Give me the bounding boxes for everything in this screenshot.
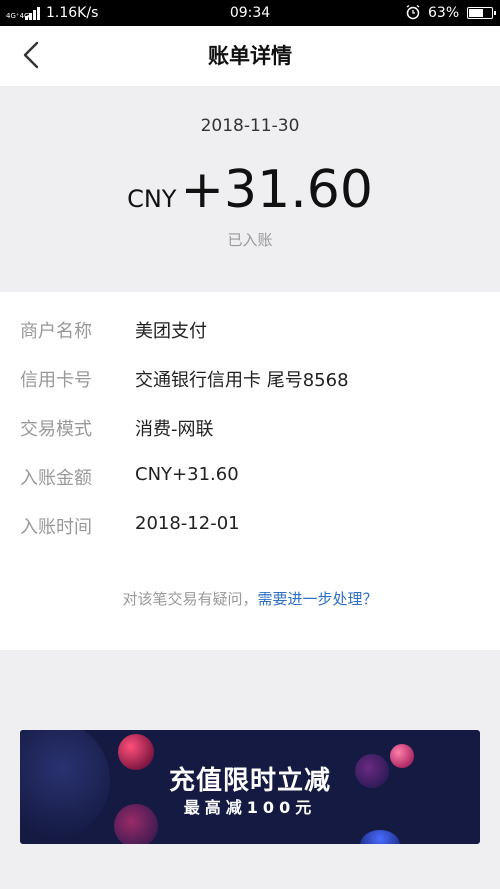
transaction-summary: 2018-11-30 CNY +31.60 已入账 — [0, 86, 500, 292]
detail-row-mode: 交易模式 消费-网联 — [0, 415, 500, 445]
detail-value: 美团支付 — [135, 321, 207, 342]
alarm-icon — [406, 4, 420, 20]
posting-status: 已入账 — [227, 231, 273, 249]
dispute-link[interactable]: 需要进一步处理？ — [258, 590, 378, 608]
status-bar: 4G⁺4G 1.16K/s 09:34 63% — [0, 0, 500, 26]
detail-label: 交易模式 — [20, 419, 92, 440]
banner-subtitle: 最高减100元 — [183, 798, 317, 817]
amount-row: CNY +31.60 — [0, 160, 500, 220]
detail-value: 2018-12-01 — [135, 513, 240, 534]
detail-row-merchant: 商户名称 美团支付 — [0, 317, 500, 347]
detail-value: 消费-网联 — [135, 419, 214, 440]
page-title: 账单详情 — [208, 44, 292, 68]
nav-bar: 账单详情 — [0, 26, 500, 86]
detail-row-posting-date: 入账时间 2018-12-01 — [0, 513, 500, 543]
promo-banner[interactable]: 充值限时立减 最高减100元 — [20, 730, 480, 844]
battery-percent: 63% — [428, 5, 460, 21]
dispute-text: 对该笔交易有疑问， — [122, 590, 258, 608]
decor-bubble — [360, 830, 400, 844]
detail-label: 入账金额 — [20, 468, 92, 489]
detail-value: 交通银行信用卡 尾号8568 — [135, 370, 349, 391]
detail-label: 商户名称 — [20, 321, 92, 342]
detail-list: 商户名称 美团支付 信用卡号 交通银行信用卡 尾号8568 交易模式 消费-网联… — [0, 292, 500, 650]
detail-row-card: 信用卡号 交通银行信用卡 尾号8568 — [0, 366, 500, 396]
detail-value: CNY+31.60 — [135, 464, 239, 485]
amount-value: +31.60 — [180, 160, 373, 220]
detail-label: 入账时间 — [20, 517, 92, 538]
currency-label: CNY — [127, 185, 177, 213]
clock: 09:34 — [229, 5, 271, 21]
transaction-date: 2018-11-30 — [200, 116, 300, 136]
dispute-prompt: 对该笔交易有疑问，需要进一步处理？ — [0, 588, 500, 609]
detail-label: 信用卡号 — [20, 370, 92, 391]
detail-row-amount: 入账金额 CNY+31.60 — [0, 464, 500, 494]
battery-icon — [467, 7, 496, 19]
banner-headline: 充值限时立减 — [168, 766, 331, 796]
